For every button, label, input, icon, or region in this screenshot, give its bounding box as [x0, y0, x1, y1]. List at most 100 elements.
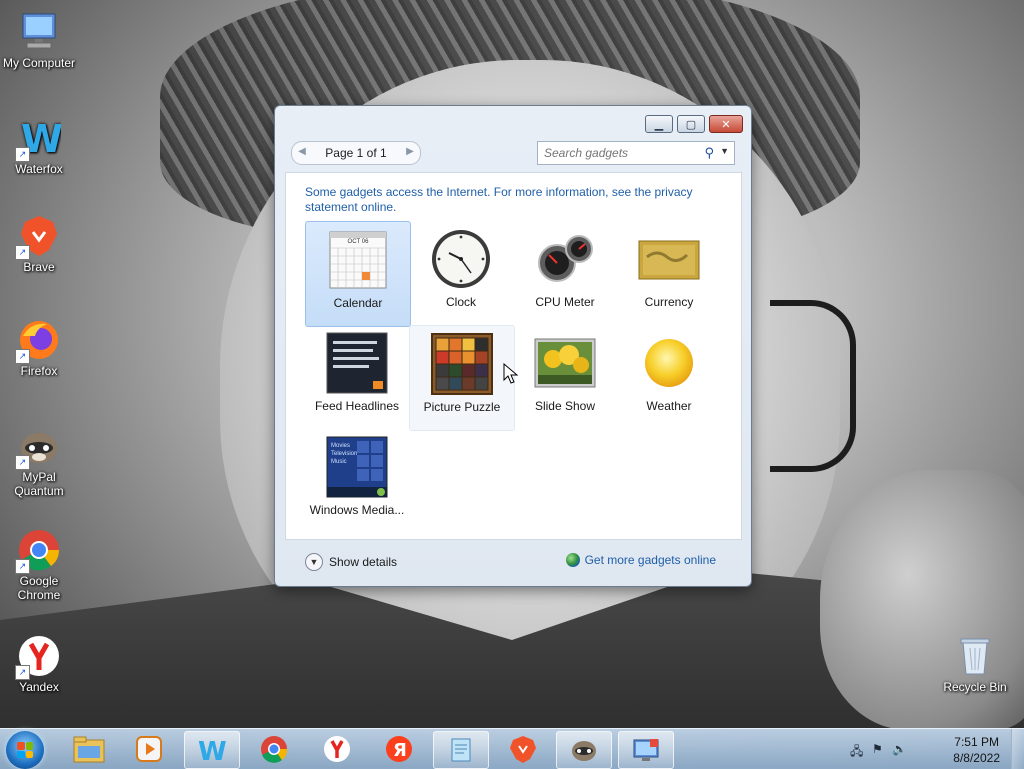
gadget-label: Weather	[646, 399, 692, 413]
gadget-slide-show[interactable]: Slide Show	[513, 325, 617, 429]
chrome-icon: ↗	[15, 528, 61, 574]
desktop-icon-mypal[interactable]: ↗ MyPal Quantum	[0, 424, 78, 498]
clock[interactable]: 7:51 PM 8/8/2022	[953, 734, 1000, 766]
taskbar-desktop-gadgets[interactable]	[618, 731, 674, 769]
gadget-label: Feed Headlines	[314, 399, 400, 413]
search-dropdown-icon[interactable]: ▼	[720, 146, 729, 156]
desktop-icon-recycle-bin[interactable]: Recycle Bin	[936, 634, 1014, 694]
previous-page-button[interactable]: ◀	[294, 144, 310, 160]
svg-text:W: W	[198, 737, 227, 765]
currency-icon	[637, 227, 701, 291]
waterfox-icon: W ↗	[15, 116, 63, 162]
taskbar-chrome[interactable]	[247, 731, 301, 767]
brave-lion-icon: ↗	[15, 214, 61, 260]
network-icon[interactable]: 🖧	[850, 742, 864, 758]
privacy-info-link[interactable]: Some gadgets access the Internet. For mo…	[305, 185, 725, 215]
taskbar-yandex[interactable]	[310, 731, 364, 767]
restore-icon: ▢	[685, 118, 697, 131]
raccoon-icon	[572, 741, 596, 761]
wallpaper-glasses	[770, 300, 856, 472]
system-tray: 🖧 ⚑ 🔈 7:51 PM 8/8/2022	[844, 729, 1024, 769]
window-titlebar[interactable]: ▁ ▢ ✕	[275, 106, 751, 134]
media-menu-item: Music	[331, 459, 347, 465]
taskbar-notepad[interactable]	[433, 731, 489, 769]
close-button[interactable]: ✕	[709, 115, 743, 133]
show-details-toggle[interactable]: ▼ Show details	[305, 553, 397, 571]
raccoon-icon: ↗	[15, 424, 61, 470]
chevron-right-icon: ▶	[406, 146, 414, 157]
gadget-weather[interactable]: Weather	[617, 325, 721, 429]
desktop-icon-label: My Computer	[2, 56, 76, 70]
taskbar-media-player[interactable]	[122, 731, 176, 767]
gadget-feed-headlines[interactable]: Feed Headlines	[305, 325, 409, 429]
gadget-footer: ▼ Show details Get more gadgets online	[285, 543, 740, 577]
svg-text:Я: Я	[393, 740, 407, 761]
desktop-icon-chrome[interactable]: ↗ Google Chrome	[0, 528, 78, 602]
gadget-label: Picture Puzzle	[423, 400, 501, 414]
desktop-icon-yandex[interactable]: ↗ Yandex	[0, 634, 78, 694]
chevron-down-icon: ▼	[305, 553, 323, 571]
shortcut-arrow-icon: ↗	[15, 455, 30, 470]
yandex-browser-icon: Я	[386, 736, 412, 762]
picture-puzzle-icon	[430, 332, 494, 396]
action-center-flag-icon[interactable]: ⚑	[872, 742, 886, 756]
recycle-bin-icon	[953, 634, 997, 678]
weather-icon	[637, 331, 701, 395]
media-menu: Movies Television Music	[331, 442, 357, 466]
gadget-cpu-meter[interactable]: CPU Meter	[513, 221, 617, 325]
clock-icon	[429, 227, 493, 291]
gadget-currency[interactable]: Currency	[617, 221, 721, 325]
page-navigator: ◀ Page 1 of 1 ▶	[291, 141, 421, 165]
taskbar-file-explorer[interactable]	[62, 731, 116, 767]
show-desktop-button[interactable]	[1011, 729, 1024, 769]
taskbar-brave[interactable]	[496, 731, 550, 767]
gadget-picture-puzzle[interactable]: Picture Puzzle	[409, 325, 515, 431]
taskbar-mypal[interactable]	[556, 731, 612, 769]
taskbar: W Я 🖧 ⚑ 🔈 7:51 PM 8/8/2022	[0, 728, 1024, 769]
page-indicator: Page 1 of 1	[325, 146, 387, 160]
get-more-gadgets-link[interactable]: Get more gadgets online	[565, 553, 716, 567]
desktop-icon-label: Recycle Bin	[943, 680, 1007, 694]
media-menu-item: Movies	[331, 443, 351, 449]
gadget-windows-media[interactable]: Movies Television Music Windows Media...	[305, 429, 409, 533]
shortcut-arrow-icon: ↗	[15, 559, 30, 574]
gadget-label: Slide Show	[534, 399, 596, 413]
desktop-icon-my-computer[interactable]: My Computer	[0, 10, 78, 70]
gadget-clock[interactable]: Clock	[409, 221, 513, 325]
search-icon[interactable]: ⚲	[704, 145, 714, 161]
shortcut-arrow-icon: ↗	[15, 349, 30, 364]
yandex-icon: ↗	[15, 634, 61, 680]
desktop-icon-waterfox[interactable]: W ↗ Waterfox	[0, 116, 78, 176]
shortcut-arrow-icon: ↗	[15, 665, 30, 680]
desktop-icon-brave[interactable]: ↗ Brave	[0, 214, 78, 274]
mouse-cursor-icon	[503, 363, 519, 384]
search-gadgets-input[interactable]	[542, 144, 696, 162]
search-box: ⚲ ▼	[537, 141, 735, 165]
gadget-toolbar: ◀ Page 1 of 1 ▶ ⚲ ▼	[285, 138, 740, 166]
cpu-meter-icon	[533, 227, 597, 291]
minimize-button[interactable]: ▁	[645, 115, 673, 133]
windows-logo-icon	[17, 742, 33, 758]
taskbar-yandex-browser[interactable]: Я	[372, 731, 426, 767]
clock-date: 8/8/2022	[953, 751, 1000, 765]
volume-icon[interactable]: 🔈	[892, 742, 907, 756]
show-details-label: Show details	[329, 555, 398, 569]
next-page-button[interactable]: ▶	[402, 144, 418, 160]
waterfox-icon: W	[198, 737, 227, 765]
desktop-gadgets-icon	[633, 739, 659, 761]
gadget-label: Windows Media...	[309, 503, 405, 517]
chrome-icon	[261, 736, 288, 763]
desktop-icon-firefox[interactable]: ↗ Firefox	[0, 318, 78, 378]
restore-button[interactable]: ▢	[677, 115, 705, 133]
taskbar-waterfox[interactable]: W	[184, 731, 240, 769]
calendar-month-label: OCT 06	[347, 239, 369, 245]
gadget-label: CPU Meter	[535, 295, 595, 309]
gadget-gallery-window: ▁ ▢ ✕ ◀ Page 1 of 1 ▶ ⚲ ▼ Some gadgets a…	[274, 105, 752, 587]
start-button[interactable]	[6, 731, 44, 769]
feed-headlines-icon	[325, 331, 389, 395]
gadget-calendar[interactable]: OCT 06 Calendar	[305, 221, 411, 327]
slide-show-icon	[533, 331, 597, 395]
computer-icon	[17, 10, 61, 54]
windows-media-icon: Movies Television Music	[325, 435, 389, 499]
gadget-list-panel: Some gadgets access the Internet. For mo…	[285, 172, 742, 540]
